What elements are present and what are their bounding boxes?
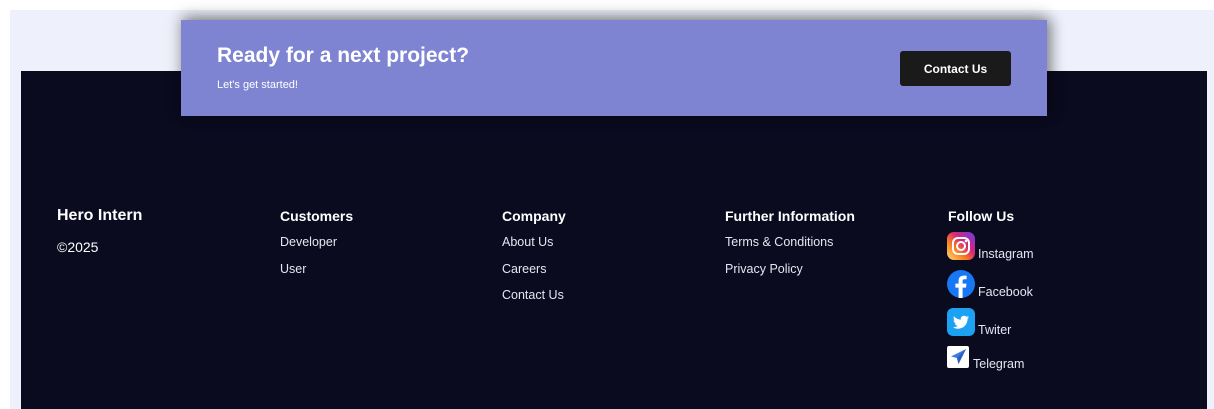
footer-link-about-us[interactable]: About Us	[502, 235, 566, 262]
footer-link-user[interactable]: User	[280, 262, 353, 289]
social-label: Twiter	[978, 323, 1012, 337]
footer-brand-name: Hero Intern	[57, 207, 143, 224]
column-links: About Us Careers Contact Us	[502, 235, 566, 315]
social-label: Facebook	[978, 285, 1033, 299]
contact-us-button[interactable]: Contact Us	[900, 51, 1011, 86]
social-label: Telegram	[973, 357, 1025, 371]
telegram-icon	[947, 346, 969, 368]
instagram-icon	[947, 232, 975, 260]
footer-link-careers[interactable]: Careers	[502, 262, 566, 289]
facebook-icon	[947, 270, 975, 298]
social-label: Instagram	[978, 247, 1034, 261]
column-heading: Follow Us	[948, 208, 1015, 224]
footer-column-follow-us: Follow Us	[948, 207, 1014, 225]
column-heading: Customers	[280, 208, 354, 224]
twitter-icon	[947, 308, 975, 336]
cta-subtitle: Let's get started!	[217, 79, 298, 91]
column-heading: Further Information	[725, 208, 855, 224]
footer-link-terms[interactable]: Terms & Conditions	[725, 235, 855, 262]
footer-column-company: Company About Us Careers Contact Us	[502, 207, 566, 315]
footer-link-privacy-policy[interactable]: Privacy Policy	[725, 262, 855, 289]
footer-copyright: ©2025	[57, 239, 99, 255]
footer-link-contact-us[interactable]: Contact Us	[502, 288, 566, 315]
column-heading: Company	[502, 208, 566, 224]
site-footer	[21, 71, 1207, 409]
footer-link-developer[interactable]: Developer	[280, 235, 353, 262]
column-links: Terms & Conditions Privacy Policy	[725, 235, 855, 288]
column-links: Developer User	[280, 235, 353, 288]
footer-column-further-information: Further Information Terms & Conditions P…	[725, 207, 855, 288]
cta-title: Ready for a next project?	[217, 44, 470, 67]
cta-banner: Ready for a next project? Let's get star…	[181, 20, 1047, 116]
footer-column-customers: Customers Developer User	[280, 207, 353, 288]
